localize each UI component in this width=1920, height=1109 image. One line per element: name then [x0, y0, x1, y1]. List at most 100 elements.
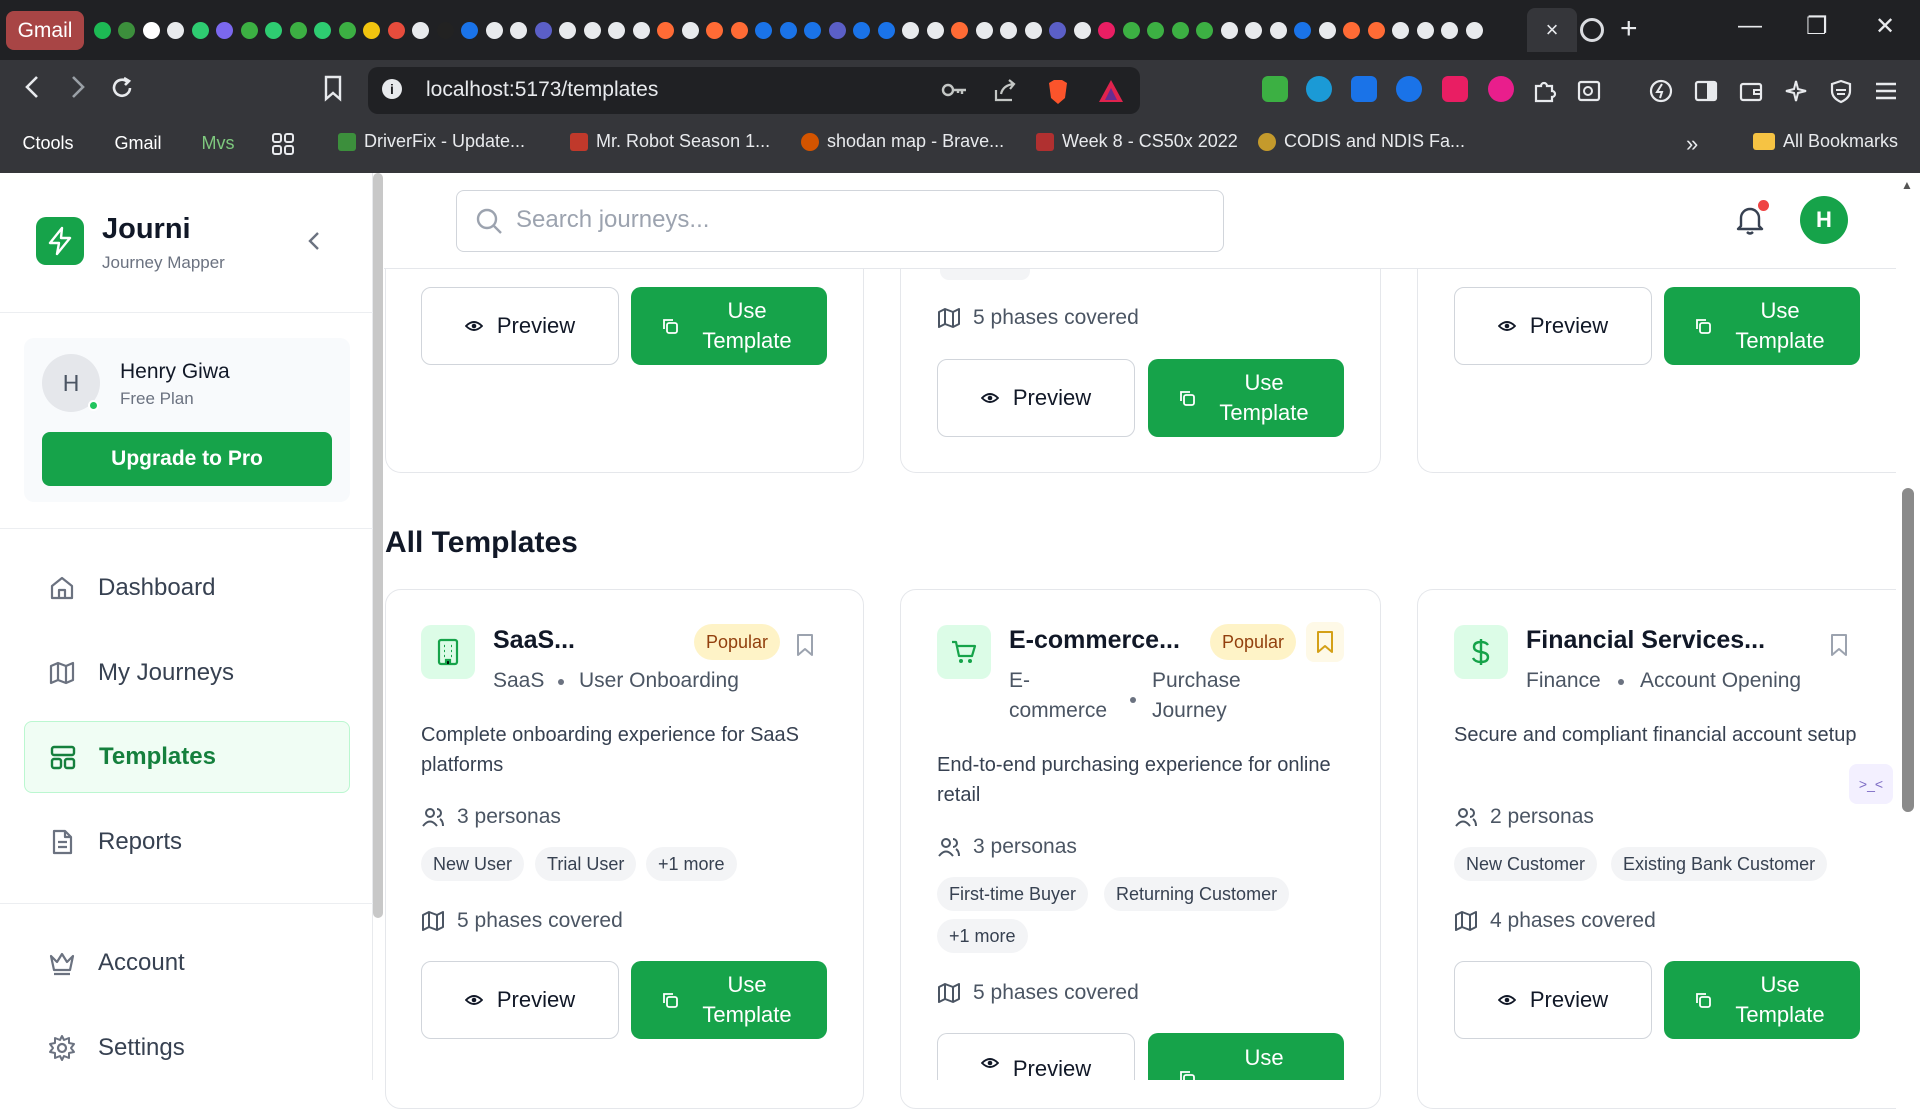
extension-u-icon[interactable] [1488, 76, 1514, 102]
pinned-tab-favicon[interactable] [1070, 16, 1095, 44]
pinned-tab-favicon[interactable] [1168, 16, 1193, 44]
minimize-button[interactable]: — [1738, 12, 1762, 40]
sidebar-item-my-journeys[interactable]: My Journeys [24, 637, 350, 709]
active-tab[interactable]: × [1527, 8, 1577, 52]
pinned-tab-favicon[interactable] [1438, 16, 1463, 44]
preview-button[interactable]: Preview [937, 359, 1135, 437]
extension-back-icon[interactable] [1351, 76, 1377, 102]
pinned-tab-favicon[interactable] [727, 16, 752, 44]
bookmark-mr-robot[interactable]: Mr. Robot Season 1... [570, 131, 770, 152]
pinned-tab-favicon[interactable] [580, 16, 605, 44]
upgrade-to-pro-button[interactable]: Upgrade to Pro [42, 432, 332, 486]
pinned-tab-favicon[interactable] [1462, 16, 1487, 44]
github-tab-icon[interactable] [1580, 18, 1604, 42]
extension-up-icon[interactable] [1306, 76, 1332, 102]
brave-rewards-icon[interactable] [1097, 78, 1125, 111]
pinned-tab-favicon[interactable] [923, 16, 948, 44]
pinned-tab-favicon[interactable] [850, 16, 875, 44]
pinned-tab-favicon[interactable] [1217, 16, 1242, 44]
pinned-tab-favicon[interactable] [825, 16, 850, 44]
pinned-tab-favicon[interactable] [1364, 16, 1389, 44]
pinned-tab-favicon[interactable] [1315, 16, 1340, 44]
screen-search-icon[interactable] [1576, 78, 1602, 111]
preview-button[interactable]: Preview [1454, 961, 1652, 1039]
scrollbar-thumb[interactable] [1902, 488, 1914, 812]
pinned-tab-favicon[interactable] [703, 16, 728, 44]
pinned-tab-favicon[interactable] [237, 16, 262, 44]
pinned-tab-favicon[interactable] [262, 16, 287, 44]
back-button[interactable] [22, 74, 44, 107]
template-title[interactable]: SaaS... [493, 626, 575, 655]
preview-button[interactable]: Preview [421, 287, 619, 365]
bookmark-chip-mvs[interactable]: Mvs [187, 129, 249, 157]
bookmark-cs50[interactable]: Week 8 - CS50x 2022 [1036, 131, 1238, 152]
close-window-button[interactable]: ✕ [1875, 12, 1895, 41]
use-template-button[interactable]: Use Template [1664, 961, 1860, 1039]
pinned-tab-favicon[interactable] [1242, 16, 1267, 44]
extension-f-icon[interactable] [1442, 76, 1468, 102]
pinned-tab-favicon[interactable] [678, 16, 703, 44]
share-icon[interactable] [992, 78, 1018, 111]
bookmark-toggle[interactable] [1306, 622, 1344, 662]
pinned-tab-favicon[interactable] [997, 16, 1022, 44]
preview-button[interactable]: Preview [421, 961, 619, 1039]
pinned-tab-favicon[interactable] [1095, 16, 1120, 44]
more-bookmarks-button[interactable]: » [1686, 131, 1698, 157]
tab-gmail[interactable]: Gmail [6, 11, 84, 50]
dev-tools-widget-icon[interactable]: >_< [1849, 764, 1893, 804]
pinned-tab-favicon[interactable] [482, 16, 507, 44]
sidebar-toggle-icon[interactable] [1693, 78, 1719, 111]
password-key-icon[interactable] [940, 78, 968, 109]
bookmark-shodan[interactable]: shodan map - Brave... [801, 131, 1004, 152]
bookmark-chip-ctools[interactable]: Ctools [13, 129, 83, 157]
reload-button[interactable] [108, 74, 136, 109]
pinned-tab-favicon[interactable] [409, 16, 434, 44]
pinned-tab-favicon[interactable] [90, 16, 115, 44]
scroll-up-arrow[interactable]: ▲ [1901, 178, 1913, 192]
pinned-tab-favicon[interactable] [874, 16, 899, 44]
extension-chart-icon[interactable] [1262, 76, 1288, 102]
pinned-tab-favicon[interactable] [899, 16, 924, 44]
pinned-tab-favicon[interactable] [531, 16, 556, 44]
pinned-tab-favicon[interactable] [164, 16, 189, 44]
pinned-tab-favicon[interactable] [776, 16, 801, 44]
pinned-tab-favicon[interactable] [384, 16, 409, 44]
bookmark-page-button[interactable] [322, 74, 344, 109]
vpn-shield-icon[interactable] [1828, 78, 1854, 111]
pinned-tab-favicon[interactable] [801, 16, 826, 44]
pinned-tab-favicon[interactable] [433, 16, 458, 44]
pinned-tab-favicon[interactable] [1046, 16, 1071, 44]
bookmark-toggle[interactable] [1829, 633, 1849, 662]
pinned-tab-favicon[interactable] [213, 16, 238, 44]
restore-button[interactable]: ❐ [1806, 12, 1828, 41]
persona-tag-more[interactable]: +1 more [937, 919, 1028, 953]
forward-button[interactable] [66, 74, 88, 107]
pinned-tab-favicon[interactable] [1193, 16, 1218, 44]
use-template-button[interactable]: Use [1148, 1033, 1344, 1086]
site-info-icon[interactable]: i [382, 79, 402, 99]
pinned-tab-favicon[interactable] [311, 16, 336, 44]
pinned-tab-favicon[interactable] [188, 16, 213, 44]
collapse-sidebar-button[interactable] [305, 228, 323, 259]
pinned-tab-favicon[interactable] [286, 16, 311, 44]
ai-sparkle-icon[interactable] [1783, 78, 1809, 111]
pinned-tab-favicon[interactable] [1389, 16, 1414, 44]
sidebar-scrollbar[interactable] [373, 173, 383, 918]
pinned-tab-favicon[interactable] [1340, 16, 1365, 44]
close-tab-icon[interactable]: × [1546, 17, 1559, 43]
preview-button[interactable]: Preview [1454, 287, 1652, 365]
bookmark-driverfix[interactable]: DriverFix - Update... [338, 131, 525, 152]
pinned-tab-favicon[interactable] [948, 16, 973, 44]
pinned-tab-favicon[interactable] [115, 16, 140, 44]
search-placeholder[interactable]: Search journeys... [516, 206, 709, 234]
use-template-button[interactable]: Use Template [1664, 287, 1860, 365]
template-title[interactable]: E-commerce... [1009, 626, 1180, 655]
pinned-tab-favicon[interactable] [139, 16, 164, 44]
user-avatar-button[interactable]: H [1800, 196, 1848, 244]
pinned-tab-favicon[interactable] [1021, 16, 1046, 44]
pinned-tab-favicon[interactable] [360, 16, 385, 44]
preview-button[interactable]: Preview [937, 1033, 1135, 1081]
wallet-icon[interactable] [1738, 78, 1764, 111]
pinned-tab-favicon[interactable] [654, 16, 679, 44]
sidebar-item-templates[interactable]: Templates [24, 721, 350, 793]
